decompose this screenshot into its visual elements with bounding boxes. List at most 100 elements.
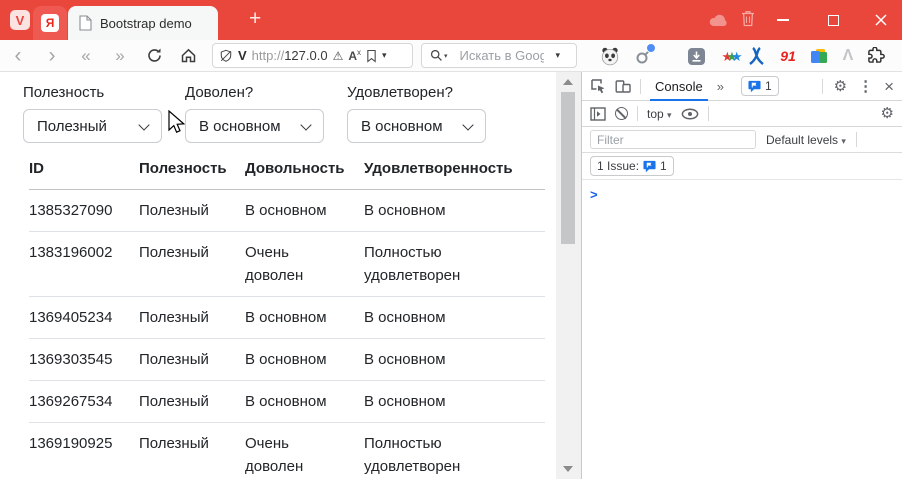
table-row: 1385327090 Полезный В основном В основно… (29, 189, 545, 232)
live-expression-eye-icon[interactable] (681, 107, 699, 120)
reload-button[interactable] (142, 40, 166, 71)
translate-icon[interactable]: Aх (348, 48, 361, 63)
address-bar[interactable]: V http://127.0.0 ⚠ Aх ▾ (212, 43, 413, 68)
forward-button[interactable]: › (40, 40, 64, 71)
url-host: 127.0.0 (284, 48, 328, 63)
search-input[interactable] (453, 46, 550, 65)
search-engine-icon[interactable]: ▾ (430, 49, 448, 62)
cell: 1383196002 (29, 231, 139, 297)
warning-icon[interactable]: ⚠ (333, 49, 344, 63)
tab-title: Bootstrap demo (100, 15, 192, 31)
issues-bar: 1 Issue: 1 (582, 153, 902, 180)
page-scrollbar[interactable] (556, 72, 581, 479)
cell: Полезный (139, 296, 245, 339)
browser-tab-active[interactable]: Bootstrap demo (68, 6, 218, 40)
clear-console-icon[interactable] (615, 107, 628, 120)
page-icon (79, 15, 92, 31)
context-selector[interactable]: top ▾ (647, 107, 672, 121)
extension-stars-icon[interactable]: ★ ★ ★ (720, 44, 744, 68)
filter-label-usefulness: Полезность (23, 84, 105, 101)
col-header-usefulness: Полезность (139, 146, 245, 190)
chevron-down-icon (138, 119, 150, 131)
cell: Полезный (139, 338, 245, 381)
bookmark-icon[interactable] (366, 49, 377, 63)
issue-bubble-icon (643, 160, 656, 172)
cell: В основном (364, 380, 545, 423)
extension-magnifier-icon[interactable] (632, 43, 656, 68)
search-field[interactable]: ▾ ▾ (421, 43, 577, 68)
v-site-badge-icon[interactable]: V (238, 48, 247, 63)
devtools-panel: Console » 1 ⚙ ⋮ × top ▾ ⚙ Filter Default… (581, 72, 902, 479)
cell: Очень доволен (245, 422, 364, 479)
trash-closed-tabs-icon[interactable] (740, 9, 756, 28)
extension-red-icon[interactable]: 91 (776, 44, 800, 68)
devtools-menu-icon[interactable]: ⋮ (858, 79, 873, 94)
browser-toolbar: ‹ › « » V http://127.0.0 ⚠ Aх ▾ ▾ Искать… (0, 40, 902, 72)
devtools-main-toolbar: Console » 1 ⚙ ⋮ × (582, 72, 902, 101)
cell: 1369190925 (29, 422, 139, 479)
extension-download-icon[interactable] (684, 44, 708, 68)
table-header-row: ID Полезность Довольность Удовлетворенно… (29, 146, 545, 190)
chevron-down-icon: ▾ (667, 109, 672, 120)
close-button[interactable] (858, 0, 902, 40)
minimize-button[interactable] (760, 0, 806, 40)
cell: Полезный (139, 189, 245, 232)
table-row: 1369405234 Полезный В основном В основно… (29, 296, 545, 339)
console-filter-bar: Default levels ▾ (582, 127, 902, 153)
home-icon (181, 48, 195, 63)
console-sidebar-icon[interactable] (590, 106, 606, 121)
shield-blocker-icon[interactable] (219, 49, 233, 63)
console-toolbar: top ▾ ⚙ (582, 101, 902, 127)
col-header-id: ID (29, 146, 139, 190)
filter-label-satisfied: Удовлетворен? (347, 84, 453, 101)
extension-mountain-icon[interactable]: Λ (836, 44, 860, 68)
tab-console[interactable]: Console (650, 72, 708, 101)
cell: Полезный (139, 380, 245, 423)
scroll-down-icon[interactable] (563, 466, 573, 472)
console-prompt[interactable]: > (582, 180, 902, 209)
select-content[interactable]: В основном (185, 109, 324, 143)
new-tab-button[interactable]: + (249, 6, 261, 32)
extension-panda-icon[interactable] (598, 44, 622, 68)
rewind-button[interactable]: « (74, 40, 98, 71)
search-dropdown-icon[interactable]: ▾ (556, 50, 561, 61)
extensions-puzzle-icon[interactable] (864, 44, 888, 68)
issues-counter-button[interactable]: 1 (740, 76, 779, 96)
cell: Полностью удовлетворен (364, 231, 545, 297)
inspect-element-icon[interactable] (590, 78, 606, 94)
table-row: 1369190925 Полезный Очень доволен Полнос… (29, 422, 545, 479)
pinned-tab-yandex[interactable]: Я (33, 6, 67, 40)
log-levels-dropdown[interactable]: Default levels ▾ (766, 133, 846, 147)
devtools-settings-icon[interactable]: ⚙ (834, 79, 847, 94)
fast-forward-button[interactable]: » (108, 40, 132, 71)
address-dropdown-icon[interactable]: ▾ (382, 50, 387, 61)
console-settings-icon[interactable]: ⚙ (881, 106, 894, 121)
table-row: 1369267534 Полезный В основном В основно… (29, 380, 545, 423)
issue-chip[interactable]: 1 Issue: 1 (590, 156, 674, 176)
device-toolbar-icon[interactable] (615, 79, 631, 94)
cell: Очень доволен (245, 231, 364, 297)
extension-docs-icon[interactable] (806, 44, 830, 68)
maximize-button[interactable] (810, 0, 856, 40)
extension-ribbon-icon[interactable] (744, 44, 768, 68)
scrollbar-thumb[interactable] (561, 92, 575, 244)
active-tab-underline (650, 98, 708, 101)
table-row: 1369303545 Полезный В основном В основно… (29, 338, 545, 381)
home-button[interactable] (176, 40, 200, 71)
select-usefulness[interactable]: Полезный (23, 109, 162, 143)
back-button[interactable]: ‹ (6, 40, 30, 71)
chevron-down-icon (300, 119, 312, 131)
cell: В основном (364, 338, 545, 381)
cell: 1369405234 (29, 296, 139, 339)
vivaldi-menu-icon[interactable]: V (10, 10, 30, 30)
sync-cloud-icon[interactable] (708, 12, 730, 28)
select-satisfied[interactable]: В основном (347, 109, 486, 143)
devtools-close-icon[interactable]: × (884, 78, 894, 95)
yandex-icon: Я (41, 14, 59, 32)
url-scheme: http:// (251, 48, 285, 63)
col-header-content: Довольность (245, 146, 364, 190)
more-tabs-icon[interactable]: » (717, 79, 724, 94)
scroll-up-icon[interactable] (563, 79, 573, 85)
col-header-satisfaction: Удовлетворенность (364, 146, 545, 190)
console-filter-input[interactable] (590, 130, 756, 149)
